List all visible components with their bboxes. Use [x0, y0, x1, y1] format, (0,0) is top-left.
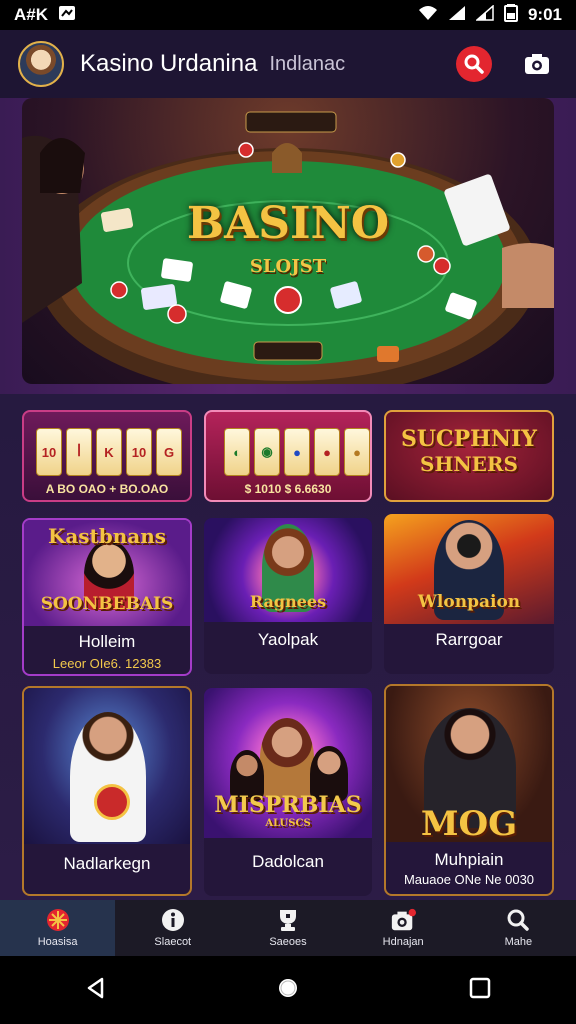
game-card-5[interactable]: Ragnees Yaolpak [204, 518, 372, 674]
game-art-subtitle: SOONBEBAIS [40, 594, 174, 614]
search-icon [464, 54, 484, 74]
nav-item-5[interactable]: Mahe [461, 900, 576, 956]
battery-icon [503, 3, 518, 27]
nav-item-home[interactable]: Hoasisa [0, 900, 116, 956]
wifi-icon [418, 5, 438, 26]
game-art-title: Kastbnans [47, 524, 167, 548]
home-icon [279, 978, 297, 997]
recents-button[interactable] [468, 976, 492, 1005]
app-title: Kasino Urdanina [80, 50, 258, 77]
notification-icon [58, 5, 76, 26]
slot-reel: K [96, 428, 122, 476]
game-subtitle: Mauaoe ONe Ne 0030 [403, 872, 535, 887]
game-art-subtitle: ALUSCS [265, 818, 311, 829]
search-button[interactable] [456, 46, 492, 82]
game-art-title: MOG [420, 804, 518, 844]
signal-2-icon [474, 3, 494, 26]
game-art-title: Ragnees [249, 592, 327, 611]
search-icon [505, 908, 531, 932]
bottom-nav: Hoasisa Slaecot Saeoes Hdnajan Mahe [0, 900, 576, 956]
nav-item-2[interactable]: Slaecot [115, 900, 230, 956]
system-nav-bar [0, 956, 576, 1024]
game-card-slot-1[interactable]: 10 ꟾ K 10 G A BO OAO + BO.OAO [22, 410, 192, 502]
hero-banner[interactable]: BASINO SLOJST [22, 98, 554, 384]
app-header: Kasino Urdanina Indlanac [0, 30, 576, 98]
game-card-9[interactable]: MOG Muhpiain Mauaoe ONe Ne 0030 [384, 684, 554, 896]
game-character [70, 712, 146, 842]
info-icon [160, 908, 186, 932]
game-art-subtitle: SHNERS [420, 452, 518, 476]
game-card-6[interactable]: Wlonpaion Rarrgoar [384, 514, 554, 674]
recents-icon [469, 977, 491, 998]
game-title: Muhpiain [434, 850, 504, 869]
game-emblem [94, 784, 130, 820]
game-card-slot-3[interactable]: SUCPHNIY SHNERS [384, 410, 554, 502]
hero-subtitle: SLOJST [249, 256, 327, 277]
slot-reel: ● [314, 428, 340, 476]
slot-reel: ꟾ [66, 428, 92, 476]
camera-icon [390, 908, 417, 932]
game-title: Holleim [78, 632, 136, 651]
trophy-icon [275, 908, 301, 932]
slot-reel: 10 [126, 428, 152, 476]
camera-button[interactable] [524, 52, 550, 76]
game-card-7[interactable]: Nadlarkegn [22, 686, 192, 896]
nav-label: Hoasisa [37, 936, 78, 948]
back-icon [87, 977, 104, 998]
casino-chip-icon [45, 908, 71, 932]
carrier-label: A#K [14, 5, 49, 24]
nav-label: Mahe [504, 936, 533, 948]
slot-reel: ◉ [254, 428, 280, 476]
nav-label: Saeoes [269, 936, 307, 948]
slot-reel: ● [344, 428, 370, 476]
slot-reel: G [156, 428, 182, 476]
slot-reel: 10 [36, 428, 62, 476]
slot-reel: ● [284, 428, 310, 476]
game-card-4[interactable]: Kastbnans SOONBEBAIS Holleim Leeor OIe6.… [22, 518, 192, 676]
hero-title: BASINO [186, 198, 390, 249]
slot-caption: A BO OAO + BO.OAO [45, 482, 169, 496]
game-subtitle: Leeor OIe6. 12383 [52, 656, 162, 671]
game-character [260, 718, 314, 798]
nav-item-3[interactable]: Saeoes [230, 900, 345, 956]
game-art-title: MISPRBIAS [214, 792, 362, 818]
signal-icon [448, 5, 466, 26]
slot-reels: 10 ꟾ K 10 G [36, 428, 182, 476]
back-button[interactable] [84, 976, 108, 1005]
status-bar: A#K 9:01 [0, 0, 576, 30]
nav-label: Slaecot [154, 936, 192, 948]
game-title: Yaolpak [257, 630, 319, 649]
avatar[interactable] [18, 41, 64, 87]
nav-label: Hdnajan [382, 936, 424, 948]
game-card-8[interactable]: MISPRBIAS ALUSCS Dadolcan [204, 688, 372, 896]
game-card-slot-2[interactable]: ◐ ◉ ● ● ● $ 1010 $ 6.6630 [204, 410, 372, 502]
clock: 9:01 [527, 5, 562, 24]
slot-reel: ◐ [224, 428, 250, 476]
camera-icon [525, 54, 549, 74]
nav-item-4[interactable]: Hdnajan [346, 900, 461, 956]
game-art-title: SUCPHNIY [400, 426, 538, 452]
game-title: Rarrgoar [435, 630, 503, 649]
slot-caption: $ 1010 $ 6.6630 [244, 482, 332, 496]
slot-reels: ◐ ◉ ● ● ● [224, 428, 370, 476]
home-button[interactable] [276, 976, 300, 1005]
game-art-title: Wlonpaion [417, 592, 521, 612]
game-title: Dadolcan [252, 852, 324, 871]
app-subtitle: Indlanac [269, 52, 346, 75]
game-title: Nadlarkegn [63, 854, 151, 873]
